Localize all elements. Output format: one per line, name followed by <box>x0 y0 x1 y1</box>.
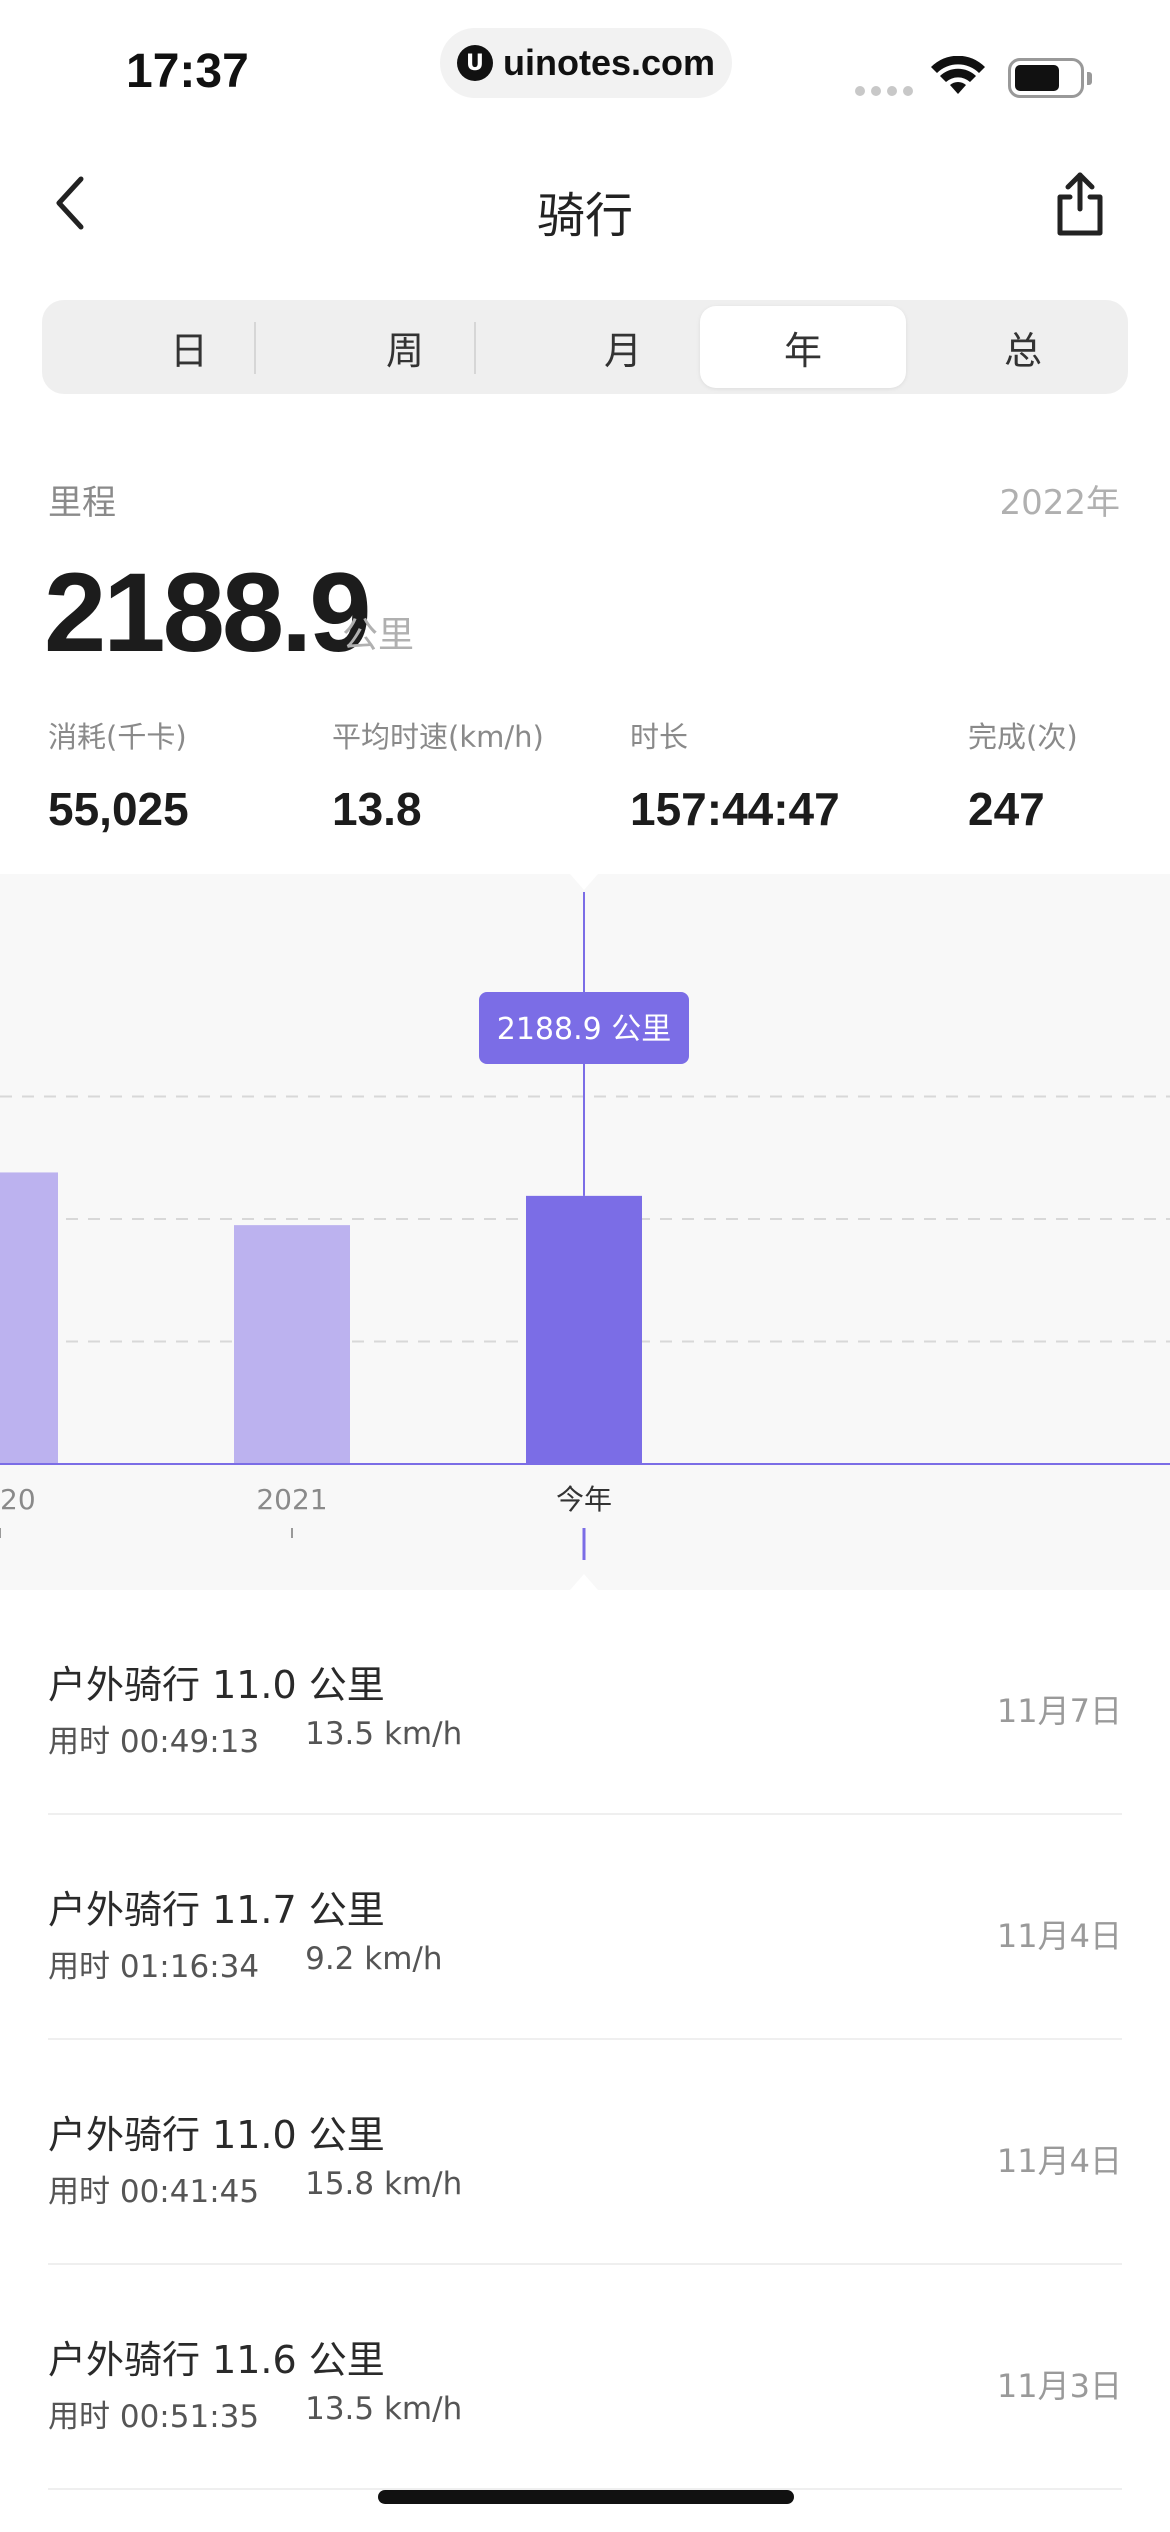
list-item[interactable]: 户外骑行 11.0 公里 用时 00:49:13 13.5 km/h 11月7日 <box>48 1590 1122 1815</box>
page-title: 骑行 <box>536 188 633 244</box>
workout-meta: 用时 01:16:34 9.2 km/h <box>48 1941 443 1986</box>
battery-cap <box>1087 72 1092 85</box>
status-bar: 17:37 U uinotes.com <box>0 0 1170 140</box>
workout-duration: 用时 00:51:35 <box>48 2399 260 2435</box>
workout-meta: 用时 00:51:35 13.5 km/h <box>48 2391 462 2436</box>
period-label: 2022年 <box>999 483 1120 523</box>
total-distance-unit: 公里 <box>342 615 415 656</box>
workout-date: 11月4日 <box>996 1917 1122 1955</box>
chart-notch-bottom <box>570 1574 598 1590</box>
workout-list: 户外骑行 11.0 公里 用时 00:49:13 13.5 km/h 11月7日… <box>48 1590 1122 2490</box>
share-button[interactable] <box>1040 164 1120 244</box>
list-item[interactable]: 户外骑行 11.0 公里 用时 00:41:45 15.8 km/h 11月4日 <box>48 2040 1122 2265</box>
chart-bar <box>0 1172 58 1464</box>
chart-tooltip-label: 2188.9 公里 <box>497 1012 672 1047</box>
workout-duration: 用时 01:16:34 <box>48 1949 260 1985</box>
stat-value: 247 <box>968 783 1045 835</box>
x-tick-label: 2021 <box>256 1483 327 1516</box>
chart-notch-top <box>570 874 598 890</box>
workout-speed: 13.5 km/h <box>305 1716 463 1752</box>
chart-svg: 20 2021 今年 2188.9 公里 <box>0 874 1170 1590</box>
stat-label: 完成(次) <box>968 720 1078 754</box>
stat-avg-speed: 平均时速(km/h) 13.8 <box>332 714 544 836</box>
workout-speed: 13.5 km/h <box>305 2391 463 2427</box>
tab-divider <box>474 322 476 374</box>
stat-calories: 消耗(千卡) 55,025 <box>48 714 189 836</box>
workout-duration: 用时 00:49:13 <box>48 1724 260 1760</box>
tab-total[interactable]: 总 <box>920 306 1126 388</box>
workout-meta: 用时 00:41:45 15.8 km/h <box>48 2166 462 2211</box>
stat-value: 13.8 <box>332 783 422 835</box>
cellular-signal-icon <box>855 86 913 96</box>
total-distance-value: 2188.9 <box>44 550 372 675</box>
chart-bar <box>526 1195 642 1464</box>
nav-bar: 骑行 <box>0 150 1170 260</box>
stat-completed: 完成(次) 247 <box>968 714 1078 836</box>
tab-divider <box>254 322 256 374</box>
workout-speed: 15.8 km/h <box>305 2166 463 2202</box>
metric-label: 里程 <box>48 483 116 523</box>
workout-date: 11月4日 <box>996 2142 1122 2180</box>
workout-title: 户外骑行 11.0 公里 <box>48 2113 385 2157</box>
workout-title: 户外骑行 11.0 公里 <box>48 1663 385 1707</box>
home-indicator <box>378 2490 794 2504</box>
battery-icon <box>1008 58 1084 98</box>
list-item[interactable]: 户外骑行 11.7 公里 用时 01:16:34 9.2 km/h 11月4日 <box>48 1815 1122 2040</box>
workout-speed: 9.2 km/h <box>305 1941 443 1977</box>
workout-duration: 用时 00:41:45 <box>48 2174 260 2210</box>
stat-label: 平均时速(km/h) <box>332 720 544 754</box>
stat-value: 157:44:47 <box>630 783 840 835</box>
yearly-distance-chart[interactable]: 20 2021 今年 2188.9 公里 <box>0 874 1170 1590</box>
tab-month[interactable]: 月 <box>520 306 726 388</box>
stat-duration: 时长 157:44:47 <box>630 714 840 836</box>
stat-label: 时长 <box>630 720 689 754</box>
tab-day[interactable]: 日 <box>86 306 292 388</box>
workout-title: 户外骑行 11.6 公里 <box>48 2338 385 2382</box>
status-time: 17:37 <box>126 45 249 98</box>
wifi-icon <box>931 56 985 94</box>
url-text: uinotes.com <box>502 42 716 83</box>
period-segmented-control: 日 周 月 年 总 <box>42 300 1128 394</box>
x-tick-label: 今年 <box>556 1483 612 1516</box>
workout-title: 户外骑行 11.7 公里 <box>48 1888 385 1932</box>
site-logo-icon: U <box>456 45 493 81</box>
workout-meta: 用时 00:49:13 13.5 km/h <box>48 1716 462 1761</box>
tab-week[interactable]: 周 <box>302 306 508 388</box>
chart-bar <box>234 1225 350 1464</box>
stat-label: 消耗(千卡) <box>48 720 187 754</box>
stat-value: 55,025 <box>48 783 189 835</box>
tab-year[interactable]: 年 <box>700 306 906 388</box>
share-icon <box>1057 172 1103 236</box>
workout-date: 11月7日 <box>996 1692 1122 1730</box>
workout-date: 11月3日 <box>996 2367 1122 2405</box>
x-tick-label: 20 <box>0 1483 36 1516</box>
list-item[interactable]: 户外骑行 11.6 公里 用时 00:51:35 13.5 km/h 11月3日 <box>48 2265 1122 2490</box>
url-pill[interactable]: U uinotes.com <box>440 28 732 98</box>
